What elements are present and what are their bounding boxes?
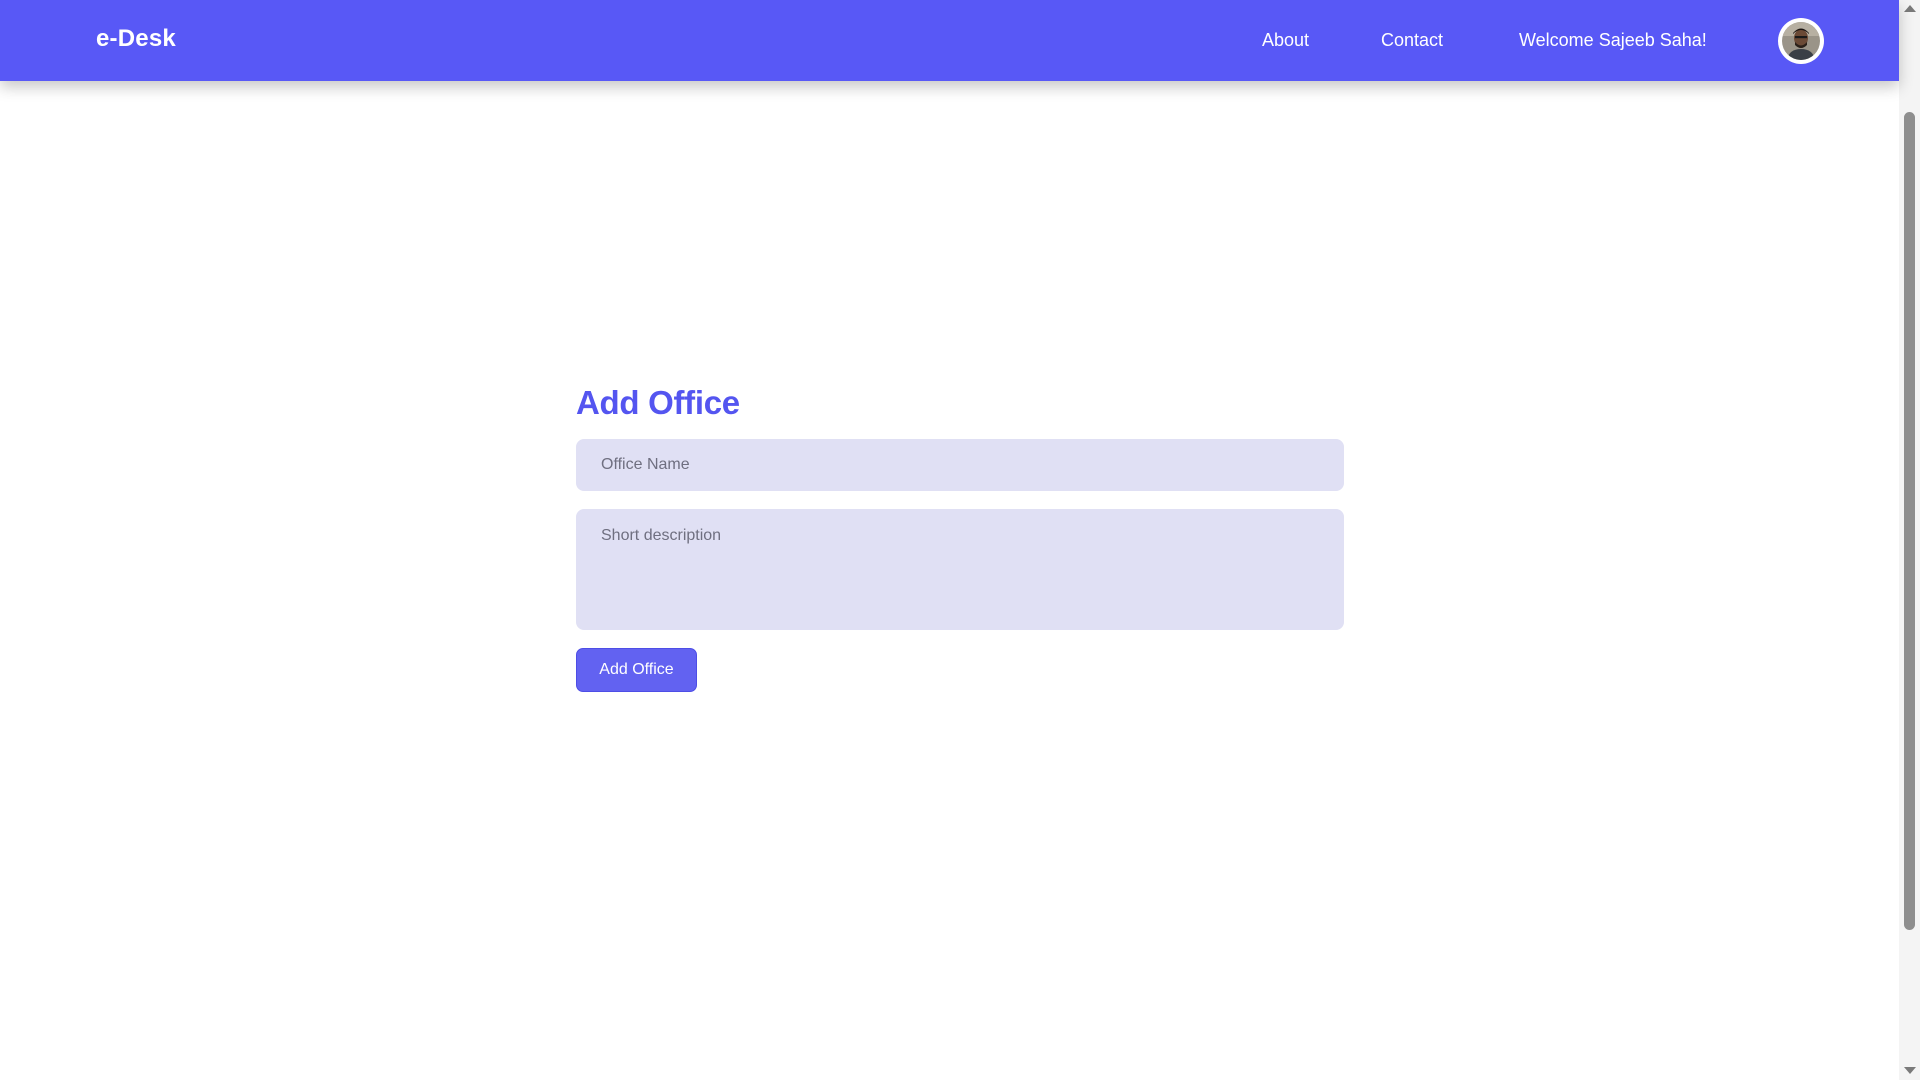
avatar-image xyxy=(1782,22,1820,60)
brand-logo[interactable]: e-Desk xyxy=(96,25,176,53)
form-title: Add Office xyxy=(576,384,740,421)
short-description-textarea[interactable] xyxy=(576,509,1344,630)
navbar: e-Desk About Contact Welcome Sajeeb Saha… xyxy=(0,0,1899,81)
user-avatar-icon[interactable] xyxy=(1778,18,1824,64)
scroll-up-arrow-icon[interactable] xyxy=(1904,5,1916,12)
welcome-user-link[interactable]: Welcome Sajeeb Saha! xyxy=(1519,30,1707,51)
nav-link-about[interactable]: About xyxy=(1262,30,1309,51)
nav-link-contact[interactable]: Contact xyxy=(1381,30,1443,51)
page: e-Desk About Contact Welcome Sajeeb Saha… xyxy=(0,0,1920,1080)
vertical-scrollbar[interactable] xyxy=(1899,0,1920,1080)
scroll-down-arrow-icon[interactable] xyxy=(1904,1067,1916,1074)
add-office-form: Add Office Add Office xyxy=(576,378,1344,692)
scrollbar-thumb[interactable] xyxy=(1904,112,1915,930)
add-office-button[interactable]: Add Office xyxy=(576,648,697,692)
office-name-input[interactable] xyxy=(576,439,1344,491)
